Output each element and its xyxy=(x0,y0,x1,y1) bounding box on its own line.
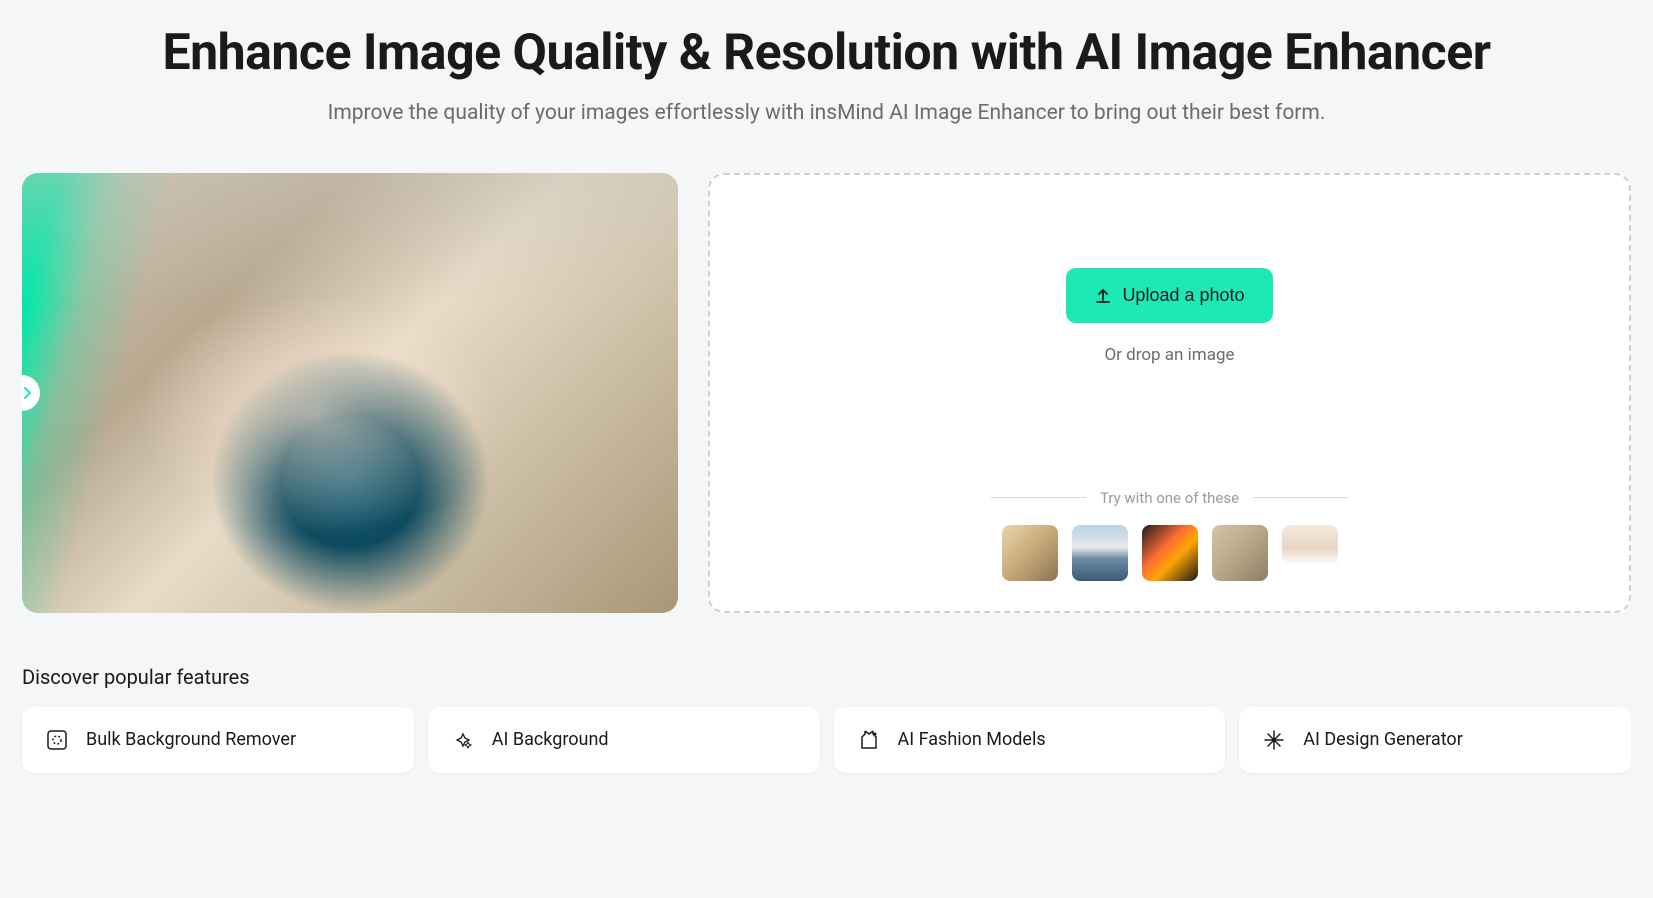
sample-image-4[interactable] xyxy=(1212,525,1268,581)
feature-ai-background[interactable]: AI Background xyxy=(428,707,820,773)
sample-images-section: Try with one of these xyxy=(740,489,1599,581)
comparison-preview-image xyxy=(22,173,678,613)
page-title: Enhance Image Quality & Resolution with … xyxy=(20,25,1633,83)
ai-design-icon xyxy=(1261,727,1287,753)
upload-icon xyxy=(1094,287,1112,305)
feature-bulk-bg-remover[interactable]: Bulk Background Remover xyxy=(22,707,414,773)
feature-ai-fashion-models[interactable]: AI Fashion Models xyxy=(834,707,1226,773)
bulk-bg-remover-icon xyxy=(44,727,70,753)
upload-photo-button[interactable]: Upload a photo xyxy=(1066,268,1272,323)
divider-line xyxy=(1253,497,1348,498)
features-title: Discover popular features xyxy=(22,665,1631,689)
sample-image-2[interactable] xyxy=(1072,525,1128,581)
divider-line xyxy=(991,497,1086,498)
upload-button-label: Upload a photo xyxy=(1122,285,1244,306)
popular-features-section: Discover popular features Bulk Backgroun… xyxy=(20,665,1633,773)
feature-label: Bulk Background Remover xyxy=(86,729,296,750)
sample-image-3[interactable] xyxy=(1142,525,1198,581)
comparison-slider-handle[interactable] xyxy=(22,375,40,411)
sample-image-1[interactable] xyxy=(1002,525,1058,581)
page-subtitle: Improve the quality of your images effor… xyxy=(20,101,1633,125)
main-content: Upload a photo Or drop an image Try with… xyxy=(20,173,1633,613)
feature-label: AI Background xyxy=(492,729,609,750)
feature-label: AI Design Generator xyxy=(1303,729,1463,750)
ai-fashion-icon xyxy=(856,727,882,753)
sample-image-5[interactable] xyxy=(1282,525,1338,581)
page-header: Enhance Image Quality & Resolution with … xyxy=(20,0,1633,125)
feature-ai-design-generator[interactable]: AI Design Generator xyxy=(1239,707,1631,773)
samples-label: Try with one of these xyxy=(1100,489,1239,507)
upload-dropzone[interactable]: Upload a photo Or drop an image Try with… xyxy=(708,173,1631,613)
ai-background-icon xyxy=(450,727,476,753)
feature-label: AI Fashion Models xyxy=(898,729,1046,750)
slider-arrows-icon xyxy=(22,386,31,400)
drop-hint-text: Or drop an image xyxy=(1104,345,1234,365)
